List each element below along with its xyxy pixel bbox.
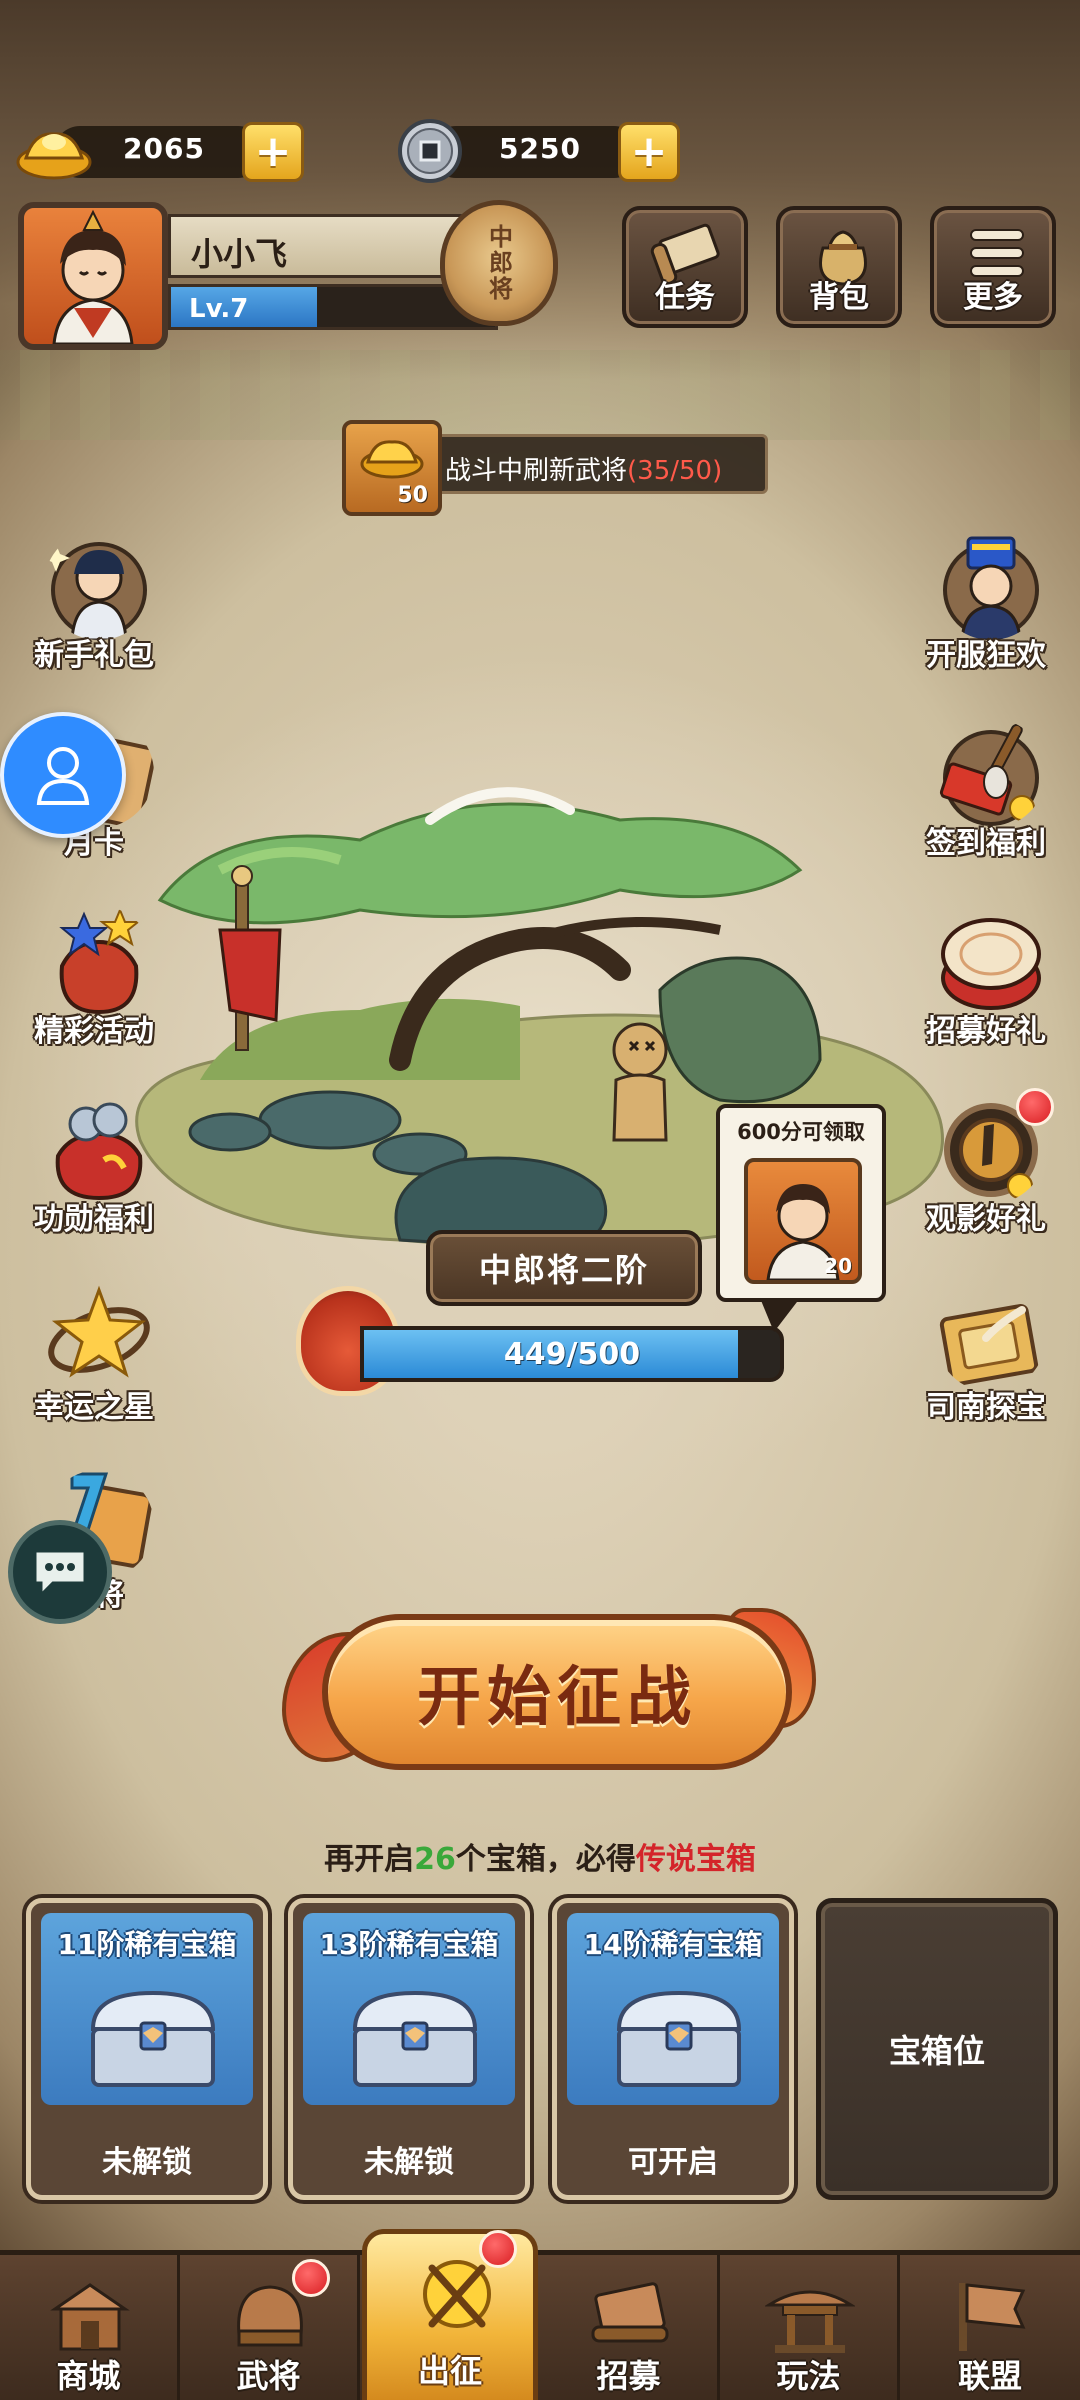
chest-slot-1[interactable]: 11阶稀有宝箱 未解锁 xyxy=(26,1898,268,2200)
nav-battle-label: 出征 xyxy=(417,2352,482,2390)
gold-value: 2065 xyxy=(123,132,205,165)
bottom-nav: 商城 武将 出征 招募 玩法 联盟 xyxy=(0,2229,1080,2400)
newbie-pack-button[interactable]: 新手礼包 xyxy=(14,530,174,690)
battle-icon xyxy=(423,2260,491,2328)
server-carnival-button[interactable]: 开服狂欢 xyxy=(906,530,1066,690)
tasks-button[interactable]: 任务 xyxy=(622,206,748,328)
treasure-chest-icon xyxy=(352,1990,478,2087)
refresh-text: 战斗中刷新武将(35/50) xyxy=(445,450,722,487)
game-background: 2065 + 5250 + 小小飞 Lv.7 中郎将 任务 背包 更多 战斗中刷… xyxy=(0,0,1080,2400)
add-gold-button[interactable]: + xyxy=(242,122,304,182)
empty-chest-slot[interactable]: 宝箱位 xyxy=(816,1898,1058,2200)
notification-dot xyxy=(479,2230,517,2268)
rank-badge[interactable]: 中郎将 xyxy=(440,200,558,326)
nav-battle[interactable]: 出征 xyxy=(362,2229,538,2400)
chest-hint-middle: 个宝箱，必得 xyxy=(455,1842,636,1877)
shop-icon xyxy=(50,2283,130,2351)
chest-status: 未解锁 xyxy=(364,2145,454,2180)
refresh-count: (35/50) xyxy=(627,456,723,486)
notification-dot xyxy=(292,2259,330,2297)
lucky-star-label: 幸运之星 xyxy=(34,1390,154,1425)
hero-refresh-banner[interactable]: 战斗中刷新武将(35/50) 50 xyxy=(342,420,768,516)
nav-recruit-label: 招募 xyxy=(596,2357,661,2395)
nav-alliance-label: 联盟 xyxy=(957,2357,1022,2395)
nav-shop[interactable]: 商城 xyxy=(0,2255,180,2400)
compass-treasure-label: 司南探宝 xyxy=(926,1390,1046,1425)
nav-generals-label: 武将 xyxy=(236,2357,301,2395)
lucky-star-button[interactable]: 幸运之星 xyxy=(14,1282,174,1442)
nav-shop-label: 商城 xyxy=(56,2357,121,2395)
refresh-label: 战斗中刷新武将 xyxy=(445,456,628,486)
stage-progress-bar: 449/500 xyxy=(360,1326,784,1382)
reward-bubble[interactable]: 600分可领取 20 xyxy=(716,1104,886,1332)
chest-hint: 再开启26个宝箱，必得传说宝箱 xyxy=(0,1834,1080,1878)
reward-count: 20 xyxy=(824,1254,852,1278)
nav-generals[interactable]: 武将 xyxy=(180,2255,360,2400)
compass-treasure-button[interactable]: 司南探宝 xyxy=(906,1282,1066,1442)
chest-hint-count: 26 xyxy=(414,1842,456,1877)
treasure-chest-icon xyxy=(616,1990,742,2087)
treasure-chest-icon xyxy=(90,1990,216,2087)
chest-hint-highlight: 传说宝箱 xyxy=(635,1842,756,1877)
chest-title: 11阶稀有宝箱 xyxy=(57,1928,237,1961)
recruit-banner-icon xyxy=(591,2282,669,2343)
alliance-flag-icon xyxy=(959,2283,1026,2351)
chest-panel: 11阶稀有宝箱 xyxy=(41,1913,253,2105)
player-name: 小小飞 xyxy=(191,235,288,273)
start-battle-label: 开始征战 xyxy=(322,1614,792,1770)
newbie-pack-label: 新手礼包 xyxy=(34,638,154,673)
nav-alliance[interactable]: 联盟 xyxy=(900,2255,1080,2400)
chest-status: 可开启 xyxy=(628,2145,718,2180)
copper-coin-icon xyxy=(398,119,462,183)
stage-progress-text: 449/500 xyxy=(503,1336,641,1372)
bag-label: 背包 xyxy=(809,280,869,315)
nav-recruit[interactable]: 招募 xyxy=(540,2255,720,2400)
refresh-badge-count: 50 xyxy=(397,483,428,508)
hero-reward-icon: 20 xyxy=(744,1158,862,1284)
chat-bubble-icon xyxy=(33,1549,87,1599)
stage-rank-name: 中郎将二阶 xyxy=(426,1230,702,1306)
chest-slot-2[interactable]: 13阶稀有宝箱 未解锁 xyxy=(288,1898,530,2200)
more-label: 更多 xyxy=(963,280,1023,315)
player-name-bar: 小小飞 xyxy=(168,214,468,278)
player-level: Lv.7 xyxy=(189,294,249,324)
chest-status: 未解锁 xyxy=(102,2145,192,2180)
start-battle-button[interactable]: 开始征战 xyxy=(282,1602,816,1782)
server-carnival-label: 开服狂欢 xyxy=(926,638,1046,673)
player-avatar[interactable] xyxy=(18,202,168,350)
chest-hint-prefix: 再开启 xyxy=(324,1842,415,1877)
bag-button[interactable]: 背包 xyxy=(776,206,902,328)
gold-ingot-badge: 50 xyxy=(342,420,442,516)
reward-hint: 600分可领取 xyxy=(737,1120,865,1144)
chest-title: 14阶稀有宝箱 xyxy=(583,1928,763,1961)
pavilion-icon xyxy=(765,2290,855,2353)
emperor-icon xyxy=(943,536,1039,640)
chest-panel: 13阶稀有宝箱 xyxy=(303,1913,515,2105)
rank-badge-text: 中郎将 xyxy=(484,224,513,302)
more-button[interactable]: 更多 xyxy=(930,206,1056,328)
warrior-gift-icon xyxy=(44,542,147,640)
notification-dot xyxy=(1016,1088,1054,1126)
floating-chat-button[interactable] xyxy=(8,1520,112,1624)
nav-gameplay-label: 玩法 xyxy=(776,2357,841,2395)
user-icon xyxy=(36,747,90,805)
add-coin-button[interactable]: + xyxy=(618,122,680,182)
nav-gameplay[interactable]: 玩法 xyxy=(720,2255,900,2400)
refresh-bar: 战斗中刷新武将(35/50) xyxy=(402,434,768,494)
bubble-tail xyxy=(760,1298,800,1332)
chest-panel: 14阶稀有宝箱 xyxy=(567,1913,779,2105)
gold-ingot-icon xyxy=(16,132,92,180)
chest-title: 13阶稀有宝箱 xyxy=(319,1928,499,1961)
warrior-portrait-icon xyxy=(52,209,134,344)
tasks-label: 任务 xyxy=(655,280,715,315)
coin-value: 5250 xyxy=(499,132,581,165)
chest-slot-3[interactable]: 14阶稀有宝箱 可开启 xyxy=(552,1898,794,2200)
